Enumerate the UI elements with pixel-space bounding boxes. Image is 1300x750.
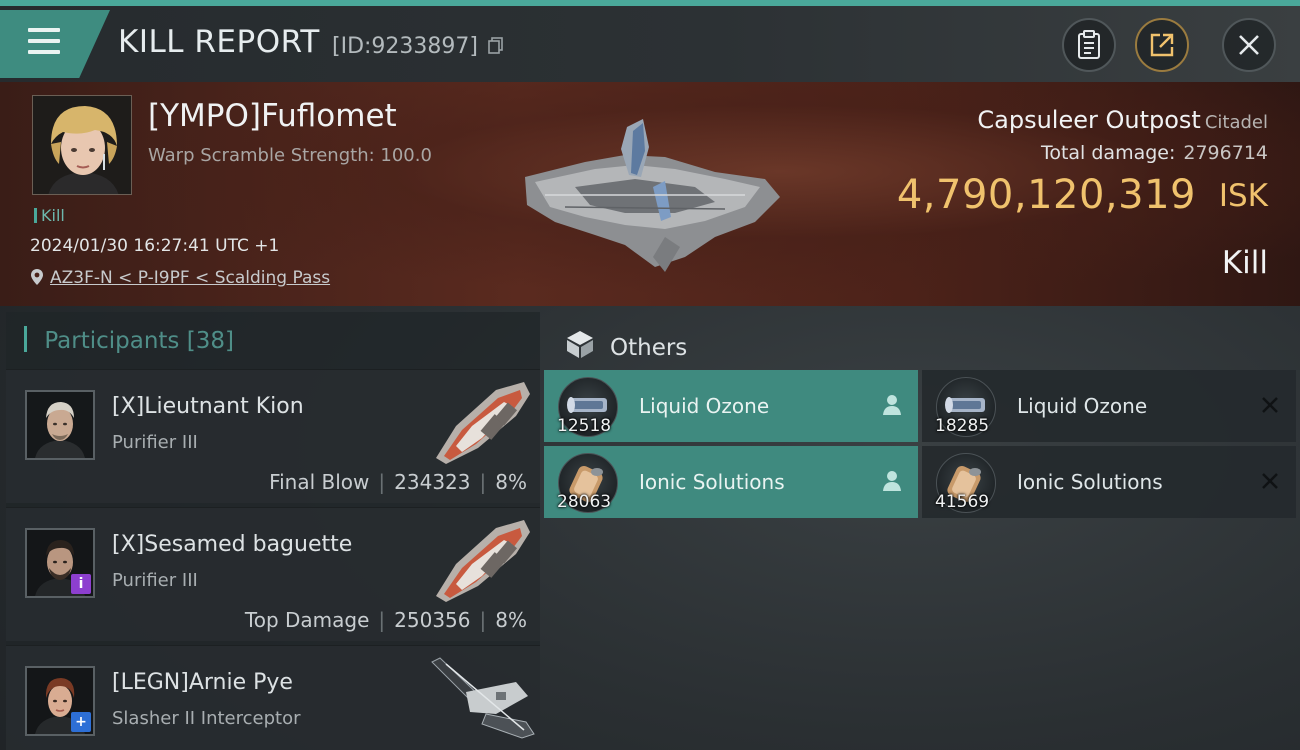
location-pin-icon (31, 269, 43, 285)
item-quantity: 41569 (935, 492, 990, 512)
structure-image (525, 119, 780, 272)
participant-row[interactable]: i [X]Sesamed baguette Purifier III Top D… (6, 507, 540, 641)
participants-title: Participants (44, 328, 180, 354)
victim-subtitle: Warp Scramble Strength: 100.0 (148, 145, 432, 166)
participant-portrait-image (27, 392, 93, 458)
victim-name[interactable]: [YMPO]Fuflomet (148, 98, 397, 134)
clipboard-icon (1078, 30, 1100, 59)
participant-name[interactable]: [X]Lieutnant Kion (112, 394, 304, 419)
close-icon (1239, 35, 1259, 55)
person-icon[interactable] (880, 469, 904, 493)
participant-stats: Final Blow | 234323 | 8% (269, 470, 527, 494)
menu-button[interactable] (0, 10, 110, 78)
participant-avatar[interactable]: + (25, 666, 95, 736)
participants-header: Participants [38] (24, 326, 234, 354)
share-button[interactable] (1135, 18, 1189, 72)
participant-ship: Purifier III (112, 432, 198, 453)
participant-damage: 250356 (394, 608, 471, 632)
participant-name[interactable]: [LEGN]Arnie Pye (112, 670, 293, 695)
ship-class: Capsuleer Outpost Citadel (977, 106, 1268, 134)
item-cell[interactable]: 41569 Ionic Solutions (922, 446, 1296, 518)
participant-role: Final Blow (269, 470, 370, 494)
victim-avatar[interactable] (32, 95, 132, 195)
kill-result: Kill (1221, 245, 1268, 281)
info-badge: i (71, 574, 91, 594)
ship-image (436, 520, 530, 602)
ship-image (431, 657, 535, 739)
close-icon[interactable] (1258, 393, 1282, 417)
total-damage: Total damage: 2796714 (1041, 142, 1268, 164)
item-cell[interactable]: 12518 Liquid Ozone (544, 370, 918, 442)
cube-icon (567, 331, 593, 358)
participant-avatar[interactable] (25, 390, 95, 460)
others-panel: Others 12518 Liquid Ozone 18285 Liquid O… (544, 312, 1300, 750)
participant-percent: 8% (495, 470, 527, 494)
report-button[interactable] (1062, 18, 1116, 72)
others-header: Others (564, 328, 687, 361)
kill-location[interactable]: AZ3F-N < P-I9PF < Scalding Pass (30, 268, 330, 288)
total-damage-label: Total damage: (1040, 142, 1176, 164)
close-button[interactable] (1222, 18, 1276, 72)
item-cell[interactable]: 28063 Ionic Solutions (544, 446, 918, 518)
participants-count: [38] (186, 328, 234, 354)
share-icon (1150, 33, 1174, 57)
participant-role: Top Damage (244, 608, 370, 632)
kill-datetime: 2024/01/30 16:27:41 UTC +1 (30, 236, 280, 256)
item-name: Ionic Solutions (1017, 470, 1163, 494)
isk-unit: ISK (1218, 178, 1268, 214)
participant-ship: Slasher II Interceptor (112, 708, 301, 729)
item-name: Ionic Solutions (639, 470, 785, 494)
kill-id: [ID:9233897] (332, 34, 478, 59)
close-icon[interactable] (1258, 469, 1282, 493)
participant-name[interactable]: [X]Sesamed baguette (112, 532, 352, 557)
person-icon[interactable] (880, 393, 904, 417)
plus-badge: + (71, 712, 91, 732)
ship-type: Citadel (1204, 112, 1268, 133)
kill-tag: Kill (34, 206, 65, 225)
participant-avatar[interactable]: i (25, 528, 95, 598)
isk-value: 4,790,120,319 (896, 172, 1196, 218)
location-link[interactable]: AZ3F-N < P-I9PF < Scalding Pass (50, 268, 330, 288)
total-damage-value: 2796714 (1183, 142, 1268, 164)
participant-row[interactable]: + [LEGN]Arnie Pye Slasher II Interceptor (6, 645, 540, 750)
item-cell[interactable]: 18285 Liquid Ozone (922, 370, 1296, 442)
participant-ship: Purifier III (112, 570, 198, 591)
item-quantity: 12518 (557, 416, 612, 436)
others-title: Others (610, 335, 688, 361)
participant-row[interactable]: [X]Lieutnant Kion Purifier III Final Blo… (6, 369, 540, 503)
participant-percent: 8% (495, 608, 527, 632)
participant-stats: Top Damage | 250356 | 8% (244, 608, 527, 632)
victim-banner: [YMPO]Fuflomet Warp Scramble Strength: 1… (0, 82, 1300, 306)
copy-icon[interactable] (488, 37, 504, 55)
item-quantity: 18285 (935, 416, 990, 436)
item-name: Liquid Ozone (1017, 394, 1148, 418)
victim-portrait-image (33, 96, 131, 194)
window-header: KILL REPORT [ID:9233897] (0, 6, 1300, 82)
hamburger-icon (28, 28, 60, 56)
page-title: KILL REPORT (118, 24, 320, 60)
ship-image (436, 382, 530, 464)
participant-damage: 234323 (394, 470, 471, 494)
ship-name[interactable]: Capsuleer Outpost (977, 106, 1200, 134)
item-name: Liquid Ozone (639, 394, 770, 418)
participants-panel: Participants [38] [X]Lieutnant Kion Puri… (6, 312, 540, 750)
item-quantity: 28063 (557, 492, 612, 512)
